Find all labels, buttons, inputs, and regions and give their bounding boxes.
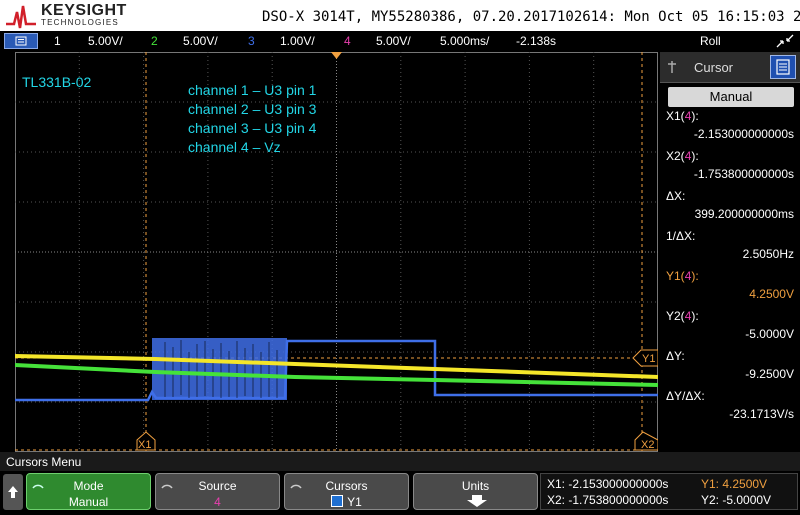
inv-dx-label: 1/ΔX: xyxy=(666,229,696,243)
x2-label: X2(4): xyxy=(666,149,699,163)
x2-label-end: ): xyxy=(691,149,699,163)
pin-icon[interactable] xyxy=(666,60,678,74)
channel-bar: 1 5.00V/ 2 5.00V/ 3 1.00V/ 4 5.00V/ 5.00… xyxy=(0,31,800,51)
ch1-scale[interactable]: 5.00V/ xyxy=(88,34,123,48)
ch4-scale[interactable]: 5.00V/ xyxy=(376,34,411,48)
cursor-panel-title: Cursor xyxy=(694,60,734,75)
brand-sub: TECHNOLOGIES xyxy=(41,18,119,27)
x1-label-text: X1( xyxy=(666,109,685,123)
source-softkey[interactable]: Source 4 xyxy=(155,473,280,510)
cursor-panel: Cursor Manual X1(4): -2.153000000000s X2… xyxy=(660,52,800,452)
plot-note-3: channel 3 – U3 pin 4 xyxy=(188,120,317,136)
x1-label-end: ): xyxy=(691,109,699,123)
header-bar: KEYSIGHT TECHNOLOGIES DSO-X 3014T, MY552… xyxy=(0,0,800,31)
units-softkey[interactable]: Units xyxy=(413,473,538,510)
softkey-bar: Mode Manual Source 4 Cursors Y1 Units X1… xyxy=(0,471,800,512)
y1-value: 4.2500V xyxy=(749,287,794,301)
readout-y1: Y1: 4.2500V xyxy=(701,477,768,491)
y2-label: Y2(4): xyxy=(666,309,699,323)
checkbox-icon xyxy=(331,495,344,507)
dydx-label: ΔY/ΔX: xyxy=(666,389,705,403)
panel-list-button[interactable] xyxy=(770,55,796,79)
acquisition-mode[interactable]: Roll xyxy=(700,34,721,48)
x1-value: -2.153000000000s xyxy=(693,127,794,141)
ch3-number[interactable]: 3 xyxy=(248,34,255,48)
menu-title: Cursors Menu xyxy=(6,455,82,469)
dy-value: -9.2500V xyxy=(745,367,794,381)
timebase[interactable]: 5.000ms/ xyxy=(440,34,489,48)
cursors-softkey[interactable]: Cursors Y1 xyxy=(284,473,409,510)
menu-icon xyxy=(15,36,27,46)
y2-label-end: ): xyxy=(691,309,699,323)
instrument-title: DSO-X 3014T, MY55280386, 07.20.201710261… xyxy=(262,9,800,25)
cursor-panel-header: Cursor xyxy=(660,52,800,83)
up-arrow-icon xyxy=(8,486,18,498)
waveform-display[interactable]: TL331B-02 channel 1 – U3 pin 1 channel 2… xyxy=(15,52,658,452)
list-icon xyxy=(776,59,790,75)
plot-note-1: channel 1 – U3 pin 1 xyxy=(188,82,317,98)
cursors-label: Cursors xyxy=(325,479,368,493)
y1-label-text: Y1( xyxy=(666,269,685,283)
main-menu-button[interactable] xyxy=(4,33,38,49)
readout-y2: Y2: -5.0000V xyxy=(701,493,772,507)
mode-label: Mode xyxy=(73,479,104,493)
y1-label-end: ): xyxy=(691,269,699,283)
y1-label: Y1(4): xyxy=(666,269,699,283)
dydx-value: -23.1713V/s xyxy=(729,407,794,421)
cursor-readout: X1: -2.153000000000s X2: -1.753800000000… xyxy=(540,473,798,510)
x1-label: X1(4): xyxy=(666,109,699,123)
dx-value: 399.200000000ms xyxy=(694,207,794,221)
svg-text:Y1: Y1 xyxy=(642,353,655,365)
cursor-mode-button[interactable]: Manual xyxy=(668,87,794,107)
source-label: Source xyxy=(198,479,237,493)
x2-label-text: X2( xyxy=(666,149,685,163)
inv-dx-value: 2.5050Hz xyxy=(742,247,794,261)
dx-label: ΔX: xyxy=(666,189,686,203)
source-value: 4 xyxy=(214,495,221,509)
svg-text:X1: X1 xyxy=(138,439,151,451)
down-arrow-icon xyxy=(467,495,487,507)
ch1-number[interactable]: 1 xyxy=(54,34,61,48)
menu-title-bar: Cursors Menu xyxy=(0,452,800,471)
readout-x1: X1: -2.153000000000s xyxy=(547,477,669,491)
y2-value: -5.0000V xyxy=(745,327,794,341)
plot-note-2: channel 2 – U3 pin 3 xyxy=(188,101,317,117)
delay[interactable]: -2.138s xyxy=(516,34,556,48)
readout-x2: X2: -1.753800000000s xyxy=(547,493,669,507)
plot-note-4: channel 4 – Vz xyxy=(188,139,281,155)
units-label: Units xyxy=(461,479,490,493)
x2-value: -1.753800000000s xyxy=(693,167,794,181)
plot-label: TL331B-02 xyxy=(22,74,91,90)
dy-label: ΔY: xyxy=(666,349,685,363)
ch3-scale[interactable]: 1.00V/ xyxy=(280,34,315,48)
mode-softkey[interactable]: Mode Manual xyxy=(26,473,151,510)
cursors-value: Y1 xyxy=(347,495,362,509)
cursors-value-row: Y1 xyxy=(285,495,408,509)
touch-gesture-icon[interactable] xyxy=(775,33,795,49)
ch2-number[interactable]: 2 xyxy=(151,34,158,48)
mode-value: Manual xyxy=(68,495,109,509)
back-key[interactable] xyxy=(3,474,23,510)
y2-label-text: Y2( xyxy=(666,309,685,323)
ch2-scale[interactable]: 5.00V/ xyxy=(183,34,218,48)
ch4-number[interactable]: 4 xyxy=(344,34,351,48)
